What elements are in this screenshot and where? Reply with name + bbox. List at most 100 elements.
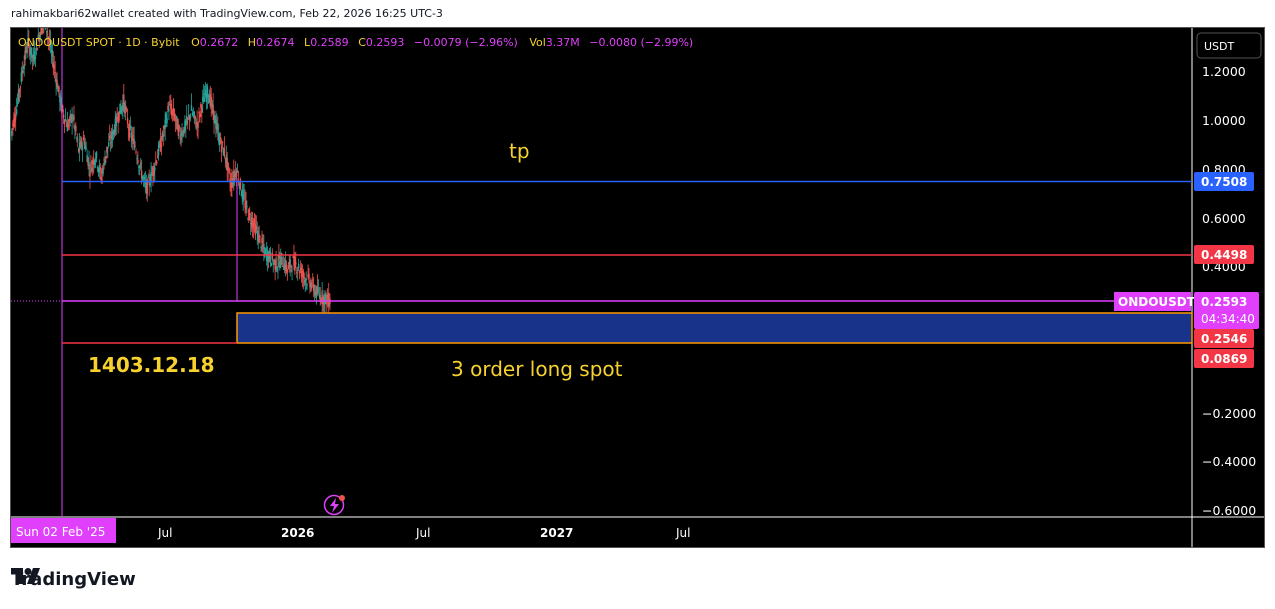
candle-body xyxy=(33,51,36,62)
candle-body xyxy=(306,284,308,286)
candle-body xyxy=(269,252,272,263)
candle-body xyxy=(202,96,204,102)
candle-body xyxy=(271,252,274,260)
candle-body xyxy=(45,28,47,30)
candle-body xyxy=(243,195,245,198)
time-axis-ticks: Jul 2026 Jul 2027 Jul xyxy=(157,526,690,540)
candle-body xyxy=(88,162,90,166)
candle-body xyxy=(221,141,224,144)
candle-body xyxy=(219,137,222,144)
candle-body xyxy=(290,265,292,267)
candle-body xyxy=(16,101,19,104)
candle-body xyxy=(180,137,182,141)
open-value: 0.2672 xyxy=(200,36,239,49)
candle-body xyxy=(255,226,258,230)
candle-body xyxy=(310,282,312,289)
tp-price-label: 0.7508 xyxy=(1201,175,1247,189)
candle-body xyxy=(245,200,247,210)
candle-body xyxy=(207,95,210,98)
candle-body xyxy=(19,86,22,88)
candle-body xyxy=(325,292,327,297)
candle-body xyxy=(18,89,21,93)
x-tick: Jul xyxy=(157,526,172,540)
candle-body xyxy=(233,170,235,182)
candle-body xyxy=(67,123,70,128)
price-chart[interactable]: ONDOUSDT SPOT · 1D · Bybit O0.2672 H0.26… xyxy=(11,28,1265,548)
candle-body xyxy=(96,167,99,169)
candle-body xyxy=(107,146,109,149)
candle-body xyxy=(51,50,54,57)
candle-body xyxy=(64,119,67,121)
y-tick: 1.2000 xyxy=(1202,64,1246,79)
candle-body xyxy=(15,109,18,115)
candle-body xyxy=(56,79,58,88)
candle-body xyxy=(223,147,226,157)
candle-body xyxy=(85,147,87,149)
candle-body xyxy=(135,151,137,153)
candle-body xyxy=(253,218,256,224)
candle-body xyxy=(200,103,202,108)
tradingview-logo-icon xyxy=(11,568,40,584)
candle-body xyxy=(94,158,97,162)
candle-body xyxy=(139,165,141,169)
date-annotation: 1403.12.18 xyxy=(88,353,215,377)
tradingview-logo[interactable]: TradingView xyxy=(11,568,136,590)
candle-body xyxy=(46,30,48,33)
x-tick: Jul xyxy=(675,526,690,540)
candle-body xyxy=(193,111,195,117)
candle-body xyxy=(317,289,320,292)
candle-body xyxy=(276,268,278,271)
candle-body xyxy=(297,263,300,269)
symbol-label: ONDOUSDT SPOT · 1D · Bybit xyxy=(18,36,180,49)
candle-body xyxy=(116,117,118,121)
candle-body xyxy=(137,159,139,164)
candle-body xyxy=(153,165,155,176)
tp-annotation: tp xyxy=(509,139,530,163)
candle-body xyxy=(20,72,23,82)
candle-body xyxy=(312,279,314,281)
candle-body xyxy=(105,156,107,158)
candle-body xyxy=(197,122,199,128)
candle-body xyxy=(123,94,125,105)
candle-body xyxy=(77,139,79,141)
candle-body xyxy=(140,162,142,165)
candle-body xyxy=(133,138,135,150)
candle-body xyxy=(186,116,188,124)
candle-body xyxy=(261,238,263,243)
resistance-price-label: 0.4498 xyxy=(1201,248,1247,262)
candle-body xyxy=(182,134,184,136)
candle-body xyxy=(26,51,28,53)
lightning-icon[interactable] xyxy=(323,494,346,516)
candle-body xyxy=(54,71,56,73)
candle-body xyxy=(178,125,180,129)
candle-body xyxy=(102,167,104,174)
candle-body xyxy=(99,167,101,171)
y-tick: 1.0000 xyxy=(1202,113,1246,128)
zone-annotation: 3 order long spot xyxy=(451,357,623,381)
candle-body xyxy=(129,125,132,129)
candle-body xyxy=(160,143,163,148)
candle-body xyxy=(131,136,133,141)
candle-body xyxy=(297,269,299,271)
candle-body xyxy=(174,119,177,121)
candle-body xyxy=(164,119,166,129)
candle-body xyxy=(252,223,255,230)
candle-body xyxy=(157,145,160,156)
candle-body xyxy=(22,71,24,73)
candle-body xyxy=(308,273,310,279)
countdown-label: 04:34:40 xyxy=(1201,312,1255,326)
candle-body xyxy=(15,117,17,120)
candle-body xyxy=(100,177,102,181)
candle-body xyxy=(248,209,250,221)
candle-body xyxy=(194,115,196,120)
candle-body xyxy=(291,270,293,272)
candle-body xyxy=(228,168,230,171)
candle-body xyxy=(91,167,93,172)
candle-body xyxy=(93,161,96,165)
chart-frame[interactable]: ONDOUSDT SPOT · 1D · Bybit O0.2672 H0.26… xyxy=(10,27,1265,548)
candle-body xyxy=(166,118,168,123)
x-tick: 2027 xyxy=(540,526,573,540)
zone-bottom-label: 0.0869 xyxy=(1201,352,1247,366)
long-spot-zone[interactable] xyxy=(236,312,1193,344)
candle-body xyxy=(203,97,206,102)
